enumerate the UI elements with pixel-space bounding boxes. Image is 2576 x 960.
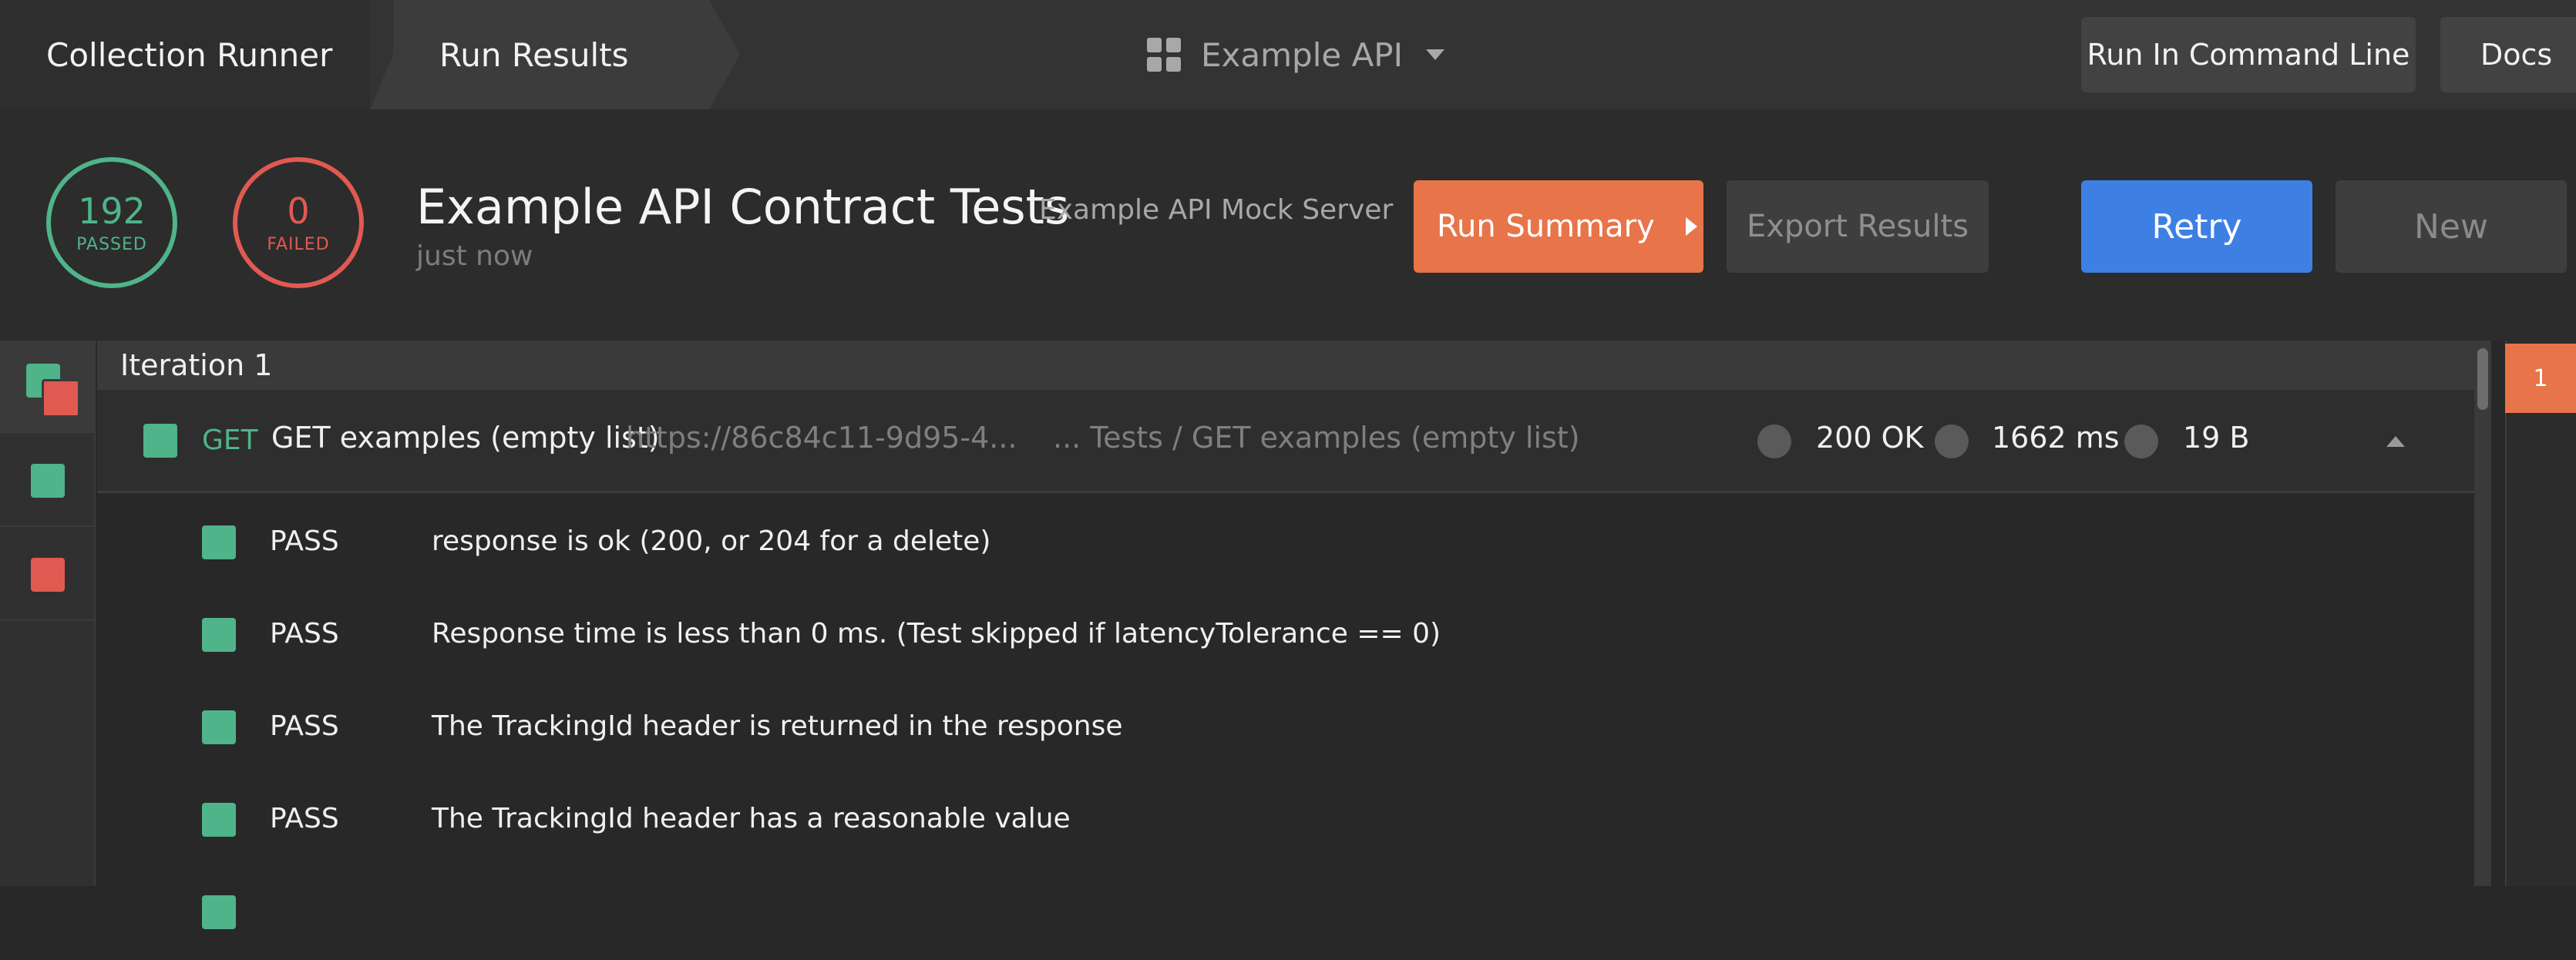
request-url: https://86c84c11-9d95-4... (626, 421, 1017, 455)
request-row[interactable]: GET GET examples (empty list) https://86… (97, 390, 2474, 493)
result-filter-sidebar (0, 341, 96, 886)
results-list: Iteration 1 GET GET examples (empty list… (97, 341, 2474, 929)
passed-count: 192 (78, 190, 146, 232)
test-result-row: PASS The TrackingId header has a reasona… (97, 775, 2474, 868)
test-result: PASS (270, 710, 339, 742)
failed-counter: 0 FAILED (233, 157, 364, 288)
test-result: PASS (270, 525, 339, 557)
response-time: 1662 ms (1992, 421, 2120, 455)
test-description: The TrackingId header has a reasonable v… (432, 803, 1071, 834)
workspace-grid-icon (1147, 38, 1181, 72)
request-method: GET (202, 425, 258, 456)
run-in-command-line-button[interactable]: Run In Command Line (2081, 17, 2416, 92)
status-square-icon (143, 424, 177, 458)
results-scrollbar[interactable] (2474, 341, 2491, 886)
collapse-icon[interactable] (2386, 436, 2405, 447)
breadcrumb-run-results[interactable]: Run Results (370, 0, 740, 109)
play-icon (1685, 217, 1697, 236)
export-results-button[interactable]: Export Results (1727, 180, 1989, 273)
iteration-chip[interactable]: 1 (2505, 344, 2576, 413)
button-label: New (2414, 206, 2488, 247)
status-square-icon (202, 525, 236, 559)
passed-counter: 192 PASSED (46, 157, 177, 288)
test-description: response is ok (200, or 204 for a delete… (432, 525, 991, 557)
run-summary-header: 192 PASSED 0 FAILED Example API Contract… (0, 109, 2576, 341)
gutter (2491, 341, 2505, 886)
response-status: 200 OK (1816, 421, 1924, 455)
workspace-name: Example API (1201, 35, 1404, 74)
button-label: Run In Command Line (2087, 38, 2410, 72)
status-dot-icon (1757, 425, 1791, 458)
docs-button[interactable]: Docs (2440, 17, 2576, 92)
filter-all-tab[interactable] (0, 341, 94, 433)
test-result-row: PASS The TrackingId header is returned i… (97, 683, 2474, 775)
time-dot-icon (1935, 425, 1969, 458)
status-square-icon (202, 803, 236, 837)
test-result-row: PASS Response time is less than 0 ms. (T… (97, 590, 2474, 683)
test-result: PASS (270, 803, 339, 834)
new-button[interactable]: New (2336, 180, 2567, 273)
button-label: Run Summary (1437, 209, 1655, 244)
status-square-icon (31, 464, 65, 498)
button-label: Export Results (1746, 209, 1969, 244)
test-result-row-partial (97, 868, 2474, 960)
passed-label: PASSED (76, 234, 147, 254)
retry-button[interactable]: Retry (2081, 180, 2312, 273)
run-time: just now (416, 240, 533, 272)
failed-count: 0 (287, 190, 310, 232)
scrollbar-thumb[interactable] (2477, 348, 2488, 410)
run-title: Example API Contract Tests (416, 179, 1070, 235)
test-result-row: PASS response is ok (200, or 204 for a d… (97, 498, 2474, 590)
filter-passed-tab[interactable] (0, 435, 94, 527)
size-dot-icon (2124, 425, 2158, 458)
environment-name: Example API Mock Server (1039, 194, 1394, 226)
status-square-icon (202, 710, 236, 744)
workspace-selector[interactable]: Example API (1147, 29, 1445, 80)
filter-failed-tab[interactable] (0, 529, 94, 621)
failed-label: FAILED (267, 234, 330, 254)
breadcrumb-collection-runner[interactable]: Collection Runner (0, 0, 370, 109)
request-name: GET examples (empty list) (271, 421, 660, 455)
test-description: The TrackingId header is returned in the… (432, 710, 1123, 742)
status-square-icon (31, 558, 65, 592)
iteration-strip (2505, 341, 2576, 886)
breadcrumb-label: Run Results (439, 35, 629, 74)
status-square-icon (42, 379, 80, 418)
chevron-down-icon (1426, 49, 1445, 60)
button-label: Docs (2480, 38, 2553, 72)
request-path: ... Tests / GET examples (empty list) (1053, 421, 1580, 455)
breadcrumb-label: Collection Runner (46, 35, 333, 74)
button-label: Retry (2151, 206, 2242, 247)
iteration-label: Iteration 1 (120, 348, 273, 382)
test-description: Response time is less than 0 ms. (Test s… (432, 618, 1441, 650)
iteration-number: 1 (2533, 364, 2548, 392)
status-square-icon (202, 895, 236, 929)
status-square-icon (202, 618, 236, 652)
iteration-header: Iteration 1 (97, 341, 2474, 390)
run-summary-button[interactable]: Run Summary (1414, 180, 1703, 273)
top-nav: Collection Runner Run Results Example AP… (0, 0, 2576, 109)
test-result: PASS (270, 618, 339, 650)
response-size: 19 B (2183, 421, 2250, 455)
